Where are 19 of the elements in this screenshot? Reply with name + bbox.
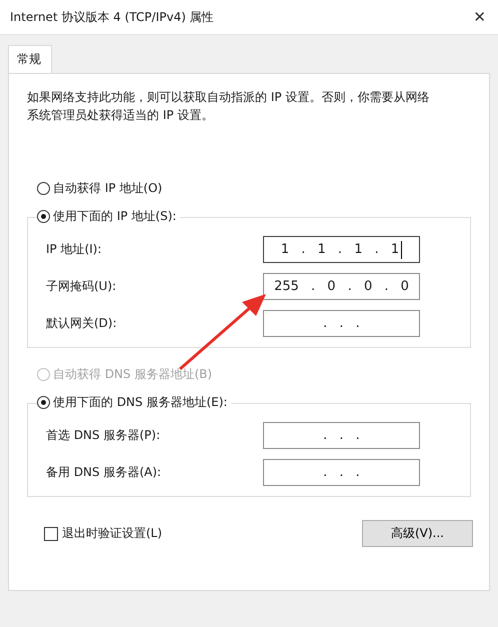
advanced-button[interactable]: 高级(V)...: [362, 520, 473, 547]
field-label: 备用 DNS 服务器(A):: [46, 464, 162, 481]
ip-address-field[interactable]: . . .: [263, 310, 420, 337]
field-label: IP 地址(I):: [46, 241, 103, 258]
radio-option[interactable]: 自动获得 IP 地址(O): [37, 180, 471, 197]
tab[interactable]: 常规: [8, 45, 52, 74]
close-button[interactable]: ✕: [473, 8, 486, 26]
field-label: 子网掩码(U):: [46, 278, 118, 295]
field-label: 首选 DNS 服务器(P):: [46, 427, 162, 444]
ip-address-field[interactable]: 255 . 0 . 0 . 0: [263, 273, 420, 300]
field-label: 默认网关(D):: [46, 315, 118, 332]
description-text: 如果网络支持此功能，则可以获取自动指派的 IP 设置。否则，你需要从网络系统管理员处获得适当的 IP 设置。: [27, 89, 430, 124]
radio-option[interactable]: 使用下面的 DNS 服务器地址(E):: [37, 394, 232, 411]
radio-option[interactable]: 使用下面的 IP 地址(S):: [37, 208, 180, 225]
ip-address-field[interactable]: . . .: [263, 459, 420, 486]
window-title: Internet 协议版本 4 (TCP/IPv4) 属性: [10, 8, 214, 26]
ip-address-field[interactable]: 1 . 1 . 1 . 1: [263, 236, 420, 263]
ip-address-field[interactable]: . . .: [263, 422, 420, 449]
checkbox[interactable]: 退出时验证设置(L): [44, 525, 162, 542]
